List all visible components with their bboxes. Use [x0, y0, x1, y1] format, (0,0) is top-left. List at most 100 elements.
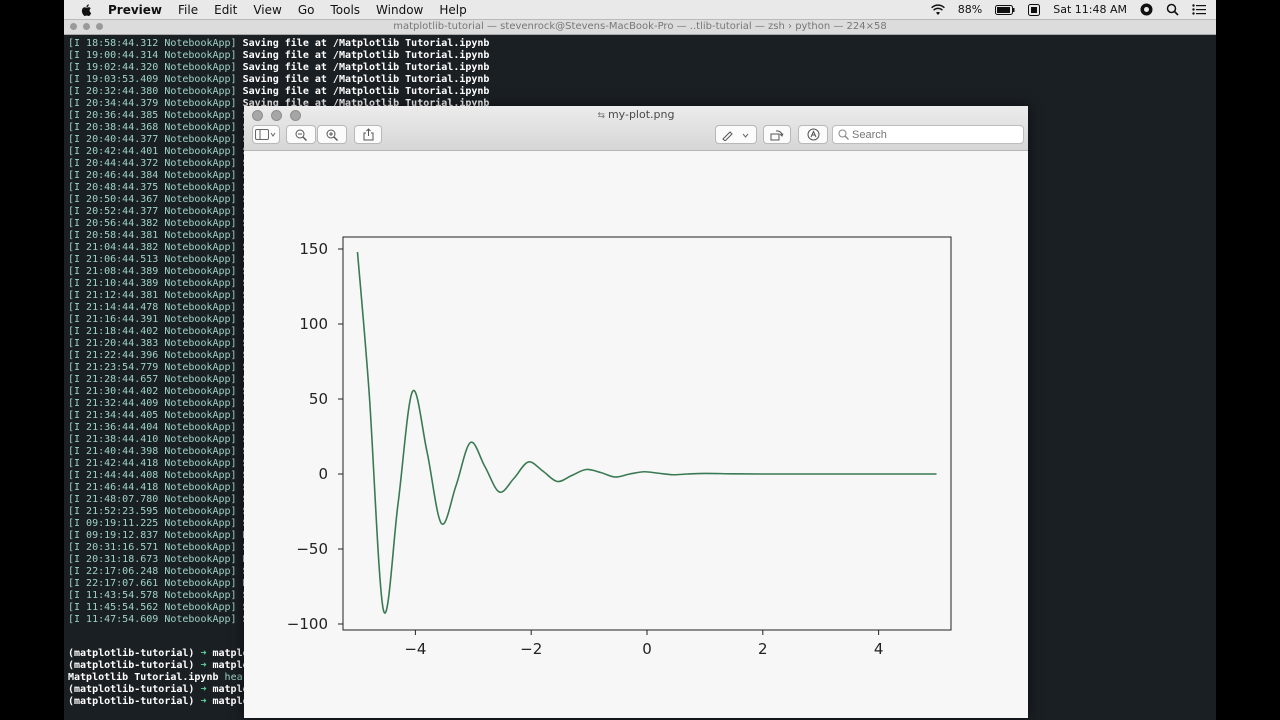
- menu-clock[interactable]: Sat 11:48 AM: [1053, 3, 1127, 16]
- apple-menu-icon[interactable]: [80, 3, 94, 17]
- x-tick-label: 2: [758, 640, 768, 658]
- terminal-log-line: [I 19:03:53.409 NotebookApp] Saving file…: [68, 74, 489, 86]
- prompt-arrow-icon: ➜: [200, 648, 213, 659]
- log-timestamp: [I 21:18:44.402 NotebookApp]: [68, 326, 237, 337]
- y-tick-label: −100: [287, 615, 328, 633]
- log-timestamp: [I 20:32:44.380 NotebookApp]: [68, 86, 237, 97]
- terminal-log-line: [I 18:58:44.312 NotebookApp] Saving file…: [68, 38, 489, 50]
- menu-go[interactable]: Go: [298, 3, 315, 17]
- search-input[interactable]: [849, 128, 1015, 141]
- terminal-log-line: [I 20:32:44.380 NotebookApp] Saving file…: [68, 86, 489, 98]
- terminal-prompt-line: (matplotlib-tutorial) ➜ matplot: [68, 648, 261, 660]
- menu-window[interactable]: Window: [376, 3, 423, 17]
- battery-percent: 88%: [957, 3, 983, 16]
- log-timestamp: [I 20:50:44.367 NotebookApp]: [68, 194, 237, 205]
- share-icon: [363, 128, 373, 141]
- log-timestamp: [I 21:32:44.409 NotebookApp]: [68, 398, 237, 409]
- menu-file[interactable]: File: [178, 3, 198, 17]
- log-timestamp: [I 21:52:23.595 NotebookApp]: [68, 506, 237, 517]
- log-timestamp: [I 21:20:44.383 NotebookApp]: [68, 338, 237, 349]
- log-timestamp: [I 21:38:44.410 NotebookApp]: [68, 434, 237, 445]
- log-timestamp: [I 19:02:44.320 NotebookApp]: [68, 62, 237, 73]
- prompt-arrow-icon: ➜: [200, 660, 213, 671]
- prompt-env: (matplotlib-tutorial): [68, 696, 201, 707]
- y-tick-label: 150: [299, 240, 328, 258]
- search-icon: [838, 129, 849, 140]
- zoom-out-icon: [295, 129, 307, 141]
- user-account-icon[interactable]: [1140, 3, 1153, 16]
- log-timestamp: [I 11:45:54.562 NotebookApp]: [68, 602, 237, 613]
- preview-filename: my-plot.png: [607, 108, 675, 121]
- y-tick-label: −50: [296, 540, 328, 558]
- log-timestamp: [I 20:36:44.385 NotebookApp]: [68, 110, 237, 121]
- terminal-prompt-line: (matplotlib-tutorial) ➜ matplot: [68, 696, 261, 708]
- terminal-window-controls: [70, 23, 103, 30]
- log-timestamp: [I 21:46:44.418 NotebookApp]: [68, 482, 237, 493]
- annotate-button[interactable]: [798, 125, 828, 144]
- log-timestamp: [I 11:43:54.578 NotebookApp]: [68, 590, 237, 601]
- menu-edit[interactable]: Edit: [214, 3, 237, 17]
- preview-titlebar[interactable]: ⇆ my-plot.png: [244, 106, 1028, 151]
- battery-icon[interactable]: [995, 4, 1015, 15]
- share-button[interactable]: [354, 125, 382, 144]
- search-spotlight-icon[interactable]: [1166, 3, 1179, 16]
- log-message: Saving file at /Matplotlib Tutorial.ipyn…: [242, 62, 490, 73]
- terminal-prompt-line: Matplotlib Tutorial.ipynb heart-: [68, 672, 261, 684]
- terminal-titlebar[interactable]: matplotlib-tutorial — stevenrock@Stevens…: [64, 20, 1216, 35]
- terminal-prompts: (matplotlib-tutorial) ➜ matplot (matplotl…: [68, 648, 261, 708]
- log-timestamp: [I 20:31:18.673 NotebookApp]: [68, 554, 237, 565]
- wifi-icon[interactable]: [930, 3, 945, 16]
- terminal-title: matplotlib-tutorial — stevenrock@Stevens…: [393, 21, 887, 32]
- annotate-icon: [807, 128, 819, 141]
- log-timestamp: [I 21:10:44.389 NotebookApp]: [68, 278, 237, 289]
- zoom-in-button[interactable]: [317, 125, 347, 144]
- log-timestamp: [I 22:17:07.661 NotebookApp]: [68, 578, 237, 589]
- y-tick-label: 50: [309, 390, 328, 408]
- x-tick-label: −4: [404, 640, 426, 658]
- keyboard-input-icon[interactable]: [1028, 3, 1041, 16]
- prompt-command: Matplotlib Tutorial.ipynb: [68, 672, 225, 683]
- menu-view[interactable]: View: [253, 3, 281, 17]
- y-tick-label: 100: [299, 315, 328, 333]
- zoom-out-button[interactable]: [286, 125, 316, 144]
- log-timestamp: [I 21:12:44.381 NotebookApp]: [68, 290, 237, 301]
- log-timestamp: [I 21:34:44.405 NotebookApp]: [68, 410, 237, 421]
- log-timestamp: [I 21:08:44.389 NotebookApp]: [68, 266, 237, 277]
- preview-window[interactable]: ⇆ my-plot.png Search −4 −2 0 2 4 150 100…: [244, 106, 1028, 718]
- search-field[interactable]: [832, 125, 1024, 144]
- log-timestamp: [I 21:40:44.398 NotebookApp]: [68, 446, 237, 457]
- log-timestamp: [I 21:04:44.382 NotebookApp]: [68, 242, 237, 253]
- log-timestamp: [I 21:42:44.418 NotebookApp]: [68, 458, 237, 469]
- menu-tools[interactable]: Tools: [330, 3, 360, 17]
- log-timestamp: [I 11:47:54.609 NotebookApp]: [68, 614, 237, 625]
- log-timestamp: [I 21:48:07.780 NotebookApp]: [68, 494, 237, 505]
- notification-center-icon[interactable]: [1192, 4, 1206, 15]
- preview-title: ⇆ my-plot.png: [244, 108, 1028, 121]
- terminal-log-line: [I 19:00:44.314 NotebookApp] Saving file…: [68, 50, 489, 62]
- log-timestamp: [I 20:34:44.379 NotebookApp]: [68, 98, 237, 109]
- prompt-env: (matplotlib-tutorial): [68, 648, 201, 659]
- log-timestamp: [I 21:44:44.408 NotebookApp]: [68, 470, 237, 481]
- y-tick-label: 0: [318, 465, 328, 483]
- rotate-icon: [770, 129, 784, 140]
- markup-button[interactable]: [715, 125, 757, 144]
- log-timestamp: [I 21:23:54.779 NotebookApp]: [68, 362, 237, 373]
- minimize-icon[interactable]: [83, 23, 90, 30]
- x-tick-label: 4: [874, 640, 884, 658]
- log-message: Saving file at /Matplotlib Tutorial.ipyn…: [242, 50, 490, 61]
- sidebar-toggle-icon: [255, 129, 276, 140]
- zoom-icon[interactable]: [96, 23, 103, 30]
- log-timestamp: [I 20:48:44.375 NotebookApp]: [68, 182, 237, 193]
- sidebar-toggle-button[interactable]: [252, 125, 280, 144]
- log-timestamp: [I 21:14:44.478 NotebookApp]: [68, 302, 237, 313]
- log-timestamp: [I 20:40:44.377 NotebookApp]: [68, 134, 237, 145]
- rotate-button[interactable]: [763, 125, 791, 144]
- close-icon[interactable]: [70, 23, 77, 30]
- log-timestamp: [I 22:17:06.248 NotebookApp]: [68, 566, 237, 577]
- log-timestamp: [I 20:56:44.382 NotebookApp]: [68, 218, 237, 229]
- menu-app-preview[interactable]: Preview: [108, 3, 162, 17]
- log-timestamp: [I 19:03:53.409 NotebookApp]: [68, 74, 237, 85]
- menu-help[interactable]: Help: [439, 3, 466, 17]
- preview-image-area[interactable]: −4 −2 0 2 4 150 100 50 0 −50 −100: [244, 151, 1028, 718]
- log-timestamp: [I 20:38:44.368 NotebookApp]: [68, 122, 237, 133]
